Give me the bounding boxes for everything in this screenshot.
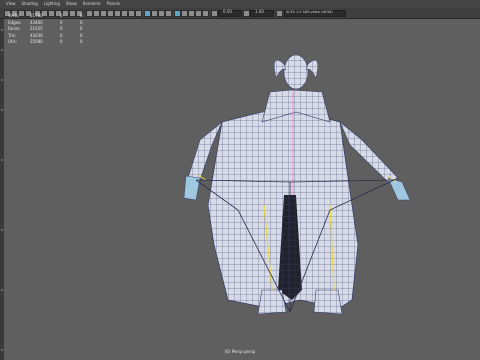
hud-value: 25080: [30, 39, 43, 45]
hud-value: 0: [80, 26, 83, 32]
character-mesh[interactable]: [183, 54, 411, 315]
hud-label: UVs:: [8, 39, 18, 45]
hud-value: 0: [60, 13, 63, 18]
hud-value: 21625: [30, 26, 43, 32]
hud-value: 0: [60, 26, 63, 32]
hud-value: 0: [80, 13, 83, 18]
hud-value: 0: [60, 19, 63, 25]
camera-name-label: (6) Persp persp: [224, 349, 256, 354]
hud-row: Tris: 43036 0 0: [8, 33, 100, 40]
hud-label: Tris:: [8, 32, 17, 38]
viewport-scene[interactable]: [0, 0, 480, 360]
hud-poly-count: Verts: 21780 0 0 Edges: 43400 0 0 Faces:…: [8, 13, 100, 46]
hud-row: Faces: 21625 0 0: [8, 26, 100, 33]
hud-row: UVs: 25080 0 0: [8, 39, 100, 46]
hud-row: Verts: 21780 0 0: [8, 13, 100, 20]
hud-label: Verts:: [8, 13, 20, 18]
hud-label: Edges:: [8, 19, 22, 25]
hud-value: 0: [80, 32, 83, 38]
hud-row: Edges: 43400 0 0: [8, 20, 100, 27]
hud-value: 43400: [30, 19, 43, 25]
hud-label: Faces:: [8, 26, 21, 32]
hud-value: 43036: [30, 32, 43, 38]
hud-value: 0: [80, 19, 83, 25]
hud-value: 0: [60, 39, 63, 45]
hud-value: 0: [60, 32, 63, 38]
hud-value: 21780: [30, 13, 43, 18]
hud-value: 0: [80, 39, 83, 45]
